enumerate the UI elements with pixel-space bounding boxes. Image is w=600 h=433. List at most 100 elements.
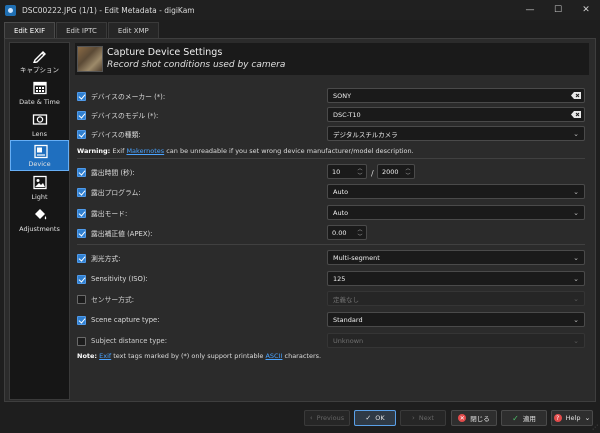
exposure-numerator-value: 10 <box>332 167 341 176</box>
exposure-bias-spinbox[interactable]: 0.00 ︿ ﹀ <box>327 225 367 240</box>
sidebar-item-device[interactable]: Device <box>10 140 69 171</box>
make-checkbox[interactable] <box>77 91 86 101</box>
chevron-up-icon[interactable]: ︿ <box>357 226 362 233</box>
exposure-bias-checkbox[interactable] <box>77 228 86 238</box>
note-text: Note: Exif text tags marked by (*) only … <box>77 352 321 360</box>
exposure-program-value: Auto <box>333 187 349 196</box>
chevron-up-icon[interactable]: ︿ <box>357 165 362 172</box>
makernotes-link[interactable]: Makernotes <box>126 147 164 155</box>
minimize-button[interactable]: — <box>516 0 544 20</box>
sidebar-item-label: Device <box>28 160 51 168</box>
ok-button[interactable]: ✓ OK <box>354 410 396 426</box>
sidebar-item-adjustments[interactable]: Adjustments <box>10 204 69 235</box>
chevron-down-icon: ⌄ <box>584 414 591 422</box>
page-subtitle: Record shot conditions used by camera <box>107 60 286 70</box>
exposure-time-numerator-spinbox[interactable]: 10 ︿ ﹀ <box>327 164 367 179</box>
exposure-bias-value: 0.00 <box>332 228 347 237</box>
tab-edit-iptc[interactable]: Edit IPTC <box>56 22 107 38</box>
warning-prefix: Warning: <box>77 147 111 155</box>
metering-mode-select[interactable]: Multi-segment ⌄ <box>327 250 585 265</box>
next-button[interactable]: › Next <box>400 410 446 426</box>
help-button[interactable]: ? Help ⌄ <box>551 410 593 426</box>
chevron-down-icon[interactable]: ﹀ <box>357 172 362 179</box>
device-type-select[interactable]: デジタルスチルカメラ ⌄ <box>327 126 585 141</box>
spin-arrows[interactable]: ︿ ﹀ <box>356 165 364 179</box>
clear-text-icon[interactable] <box>571 111 581 118</box>
chevron-down-icon: ⌄ <box>573 316 579 324</box>
check-icon: ✓ <box>512 413 519 423</box>
exposure-program-label: 露出プログラム: <box>91 189 141 197</box>
close-button[interactable]: ✕ 閉じる <box>451 410 497 426</box>
device-type-label: デバイスの種類: <box>91 131 141 139</box>
subject-distance-label: Subject distance type: <box>91 337 168 345</box>
device-icon <box>34 144 48 159</box>
sidebar-item-caption[interactable]: キャプション <box>10 45 69 76</box>
photo-thumbnail <box>77 46 103 72</box>
chevron-up-icon[interactable]: ︿ <box>405 165 410 172</box>
subject-distance-checkbox[interactable] <box>77 336 86 346</box>
model-row: デバイスのモデル (*): <box>77 108 158 122</box>
sensitivity-select[interactable]: 125 ⌄ <box>327 271 585 286</box>
model-checkbox[interactable] <box>77 110 86 120</box>
spin-arrows[interactable]: ︿ ﹀ <box>404 165 412 179</box>
close-icon: ✕ <box>458 414 467 422</box>
exposure-mode-row: 露出モード: <box>77 206 127 220</box>
scene-capture-checkbox[interactable] <box>77 315 86 325</box>
scene-capture-select[interactable]: Standard ⌄ <box>327 312 585 327</box>
exposure-time-denominator-spinbox[interactable]: 2000 ︿ ﹀ <box>377 164 415 179</box>
help-label: Help <box>565 414 581 422</box>
warning-text-2: can be unreadable if you set wrong devic… <box>164 147 414 155</box>
device-type-checkbox[interactable] <box>77 129 86 139</box>
model-label: デバイスのモデル (*): <box>91 112 159 120</box>
exposure-denominator-value: 2000 <box>382 167 399 176</box>
previous-button[interactable]: ‹ Previous <box>304 410 350 426</box>
subject-distance-value: Unknown <box>333 336 364 345</box>
exposure-time-label: 露出時間 (秒): <box>91 169 135 177</box>
exposure-mode-checkbox[interactable] <box>77 208 86 218</box>
apply-button[interactable]: ✓ 適用 <box>501 410 547 426</box>
sidebar-item-light[interactable]: Light <box>10 172 69 203</box>
metering-mode-checkbox[interactable] <box>77 253 86 263</box>
exposure-program-checkbox[interactable] <box>77 187 86 197</box>
metering-mode-row: 測光方式: <box>77 251 120 265</box>
ascii-link[interactable]: ASCII <box>265 352 282 360</box>
exposure-bias-label: 露出補正値 (APEX): <box>91 230 153 238</box>
separator <box>77 158 585 159</box>
tab-edit-xmp[interactable]: Edit XMP <box>107 22 159 38</box>
exposure-program-select[interactable]: Auto ⌄ <box>327 184 585 199</box>
sidebar-item-date-time[interactable]: Date & Time <box>10 77 69 108</box>
scene-capture-row: Scene capture type: <box>77 313 160 327</box>
lens-icon <box>32 114 48 125</box>
sidebar-item-lens[interactable]: Lens <box>10 109 69 140</box>
warning-text: Warning: Exif Makernotes can be unreadab… <box>77 147 414 155</box>
digikam-app-icon <box>5 4 16 16</box>
device-type-row: デバイスの種類: <box>77 127 141 141</box>
chevron-down-icon[interactable]: ﹀ <box>357 233 362 240</box>
sensor-type-value: 定義なし <box>333 295 359 304</box>
clear-text-icon[interactable] <box>571 92 581 99</box>
exif-link[interactable]: Exif <box>99 352 111 360</box>
maximize-button[interactable]: ☐ <box>544 0 572 20</box>
note-text-1: text tags marked by (*) only support pri… <box>111 352 266 360</box>
spin-arrows[interactable]: ︿ ﹀ <box>356 226 364 240</box>
make-input[interactable]: SONY <box>327 88 585 103</box>
model-input[interactable]: DSC-T10 <box>327 107 585 122</box>
pen-icon <box>33 51 46 63</box>
sensor-type-select: 定義なし ⌄ <box>327 291 585 306</box>
chevron-right-icon: › <box>412 414 415 422</box>
make-value: SONY <box>333 91 352 100</box>
chevron-down-icon[interactable]: ﹀ <box>405 172 410 179</box>
scene-capture-label: Scene capture type: <box>91 316 160 324</box>
paint-bucket-icon <box>35 209 47 220</box>
sensor-type-label: センサー方式: <box>91 296 135 304</box>
chevron-left-icon: ‹ <box>309 414 313 422</box>
tab-edit-exif[interactable]: Edit EXIF <box>4 22 56 38</box>
close-window-button[interactable]: ✕ <box>572 0 600 20</box>
sensitivity-checkbox[interactable] <box>77 274 86 284</box>
resize-grip-icon[interactable]: ⋰ <box>592 424 598 431</box>
sensor-type-checkbox[interactable] <box>77 294 86 304</box>
exposure-time-checkbox[interactable] <box>77 167 86 177</box>
exposure-mode-select[interactable]: Auto ⌄ <box>327 205 585 220</box>
sidebar-item-label: Lens <box>31 130 47 138</box>
chevron-down-icon: ⌄ <box>573 130 579 138</box>
